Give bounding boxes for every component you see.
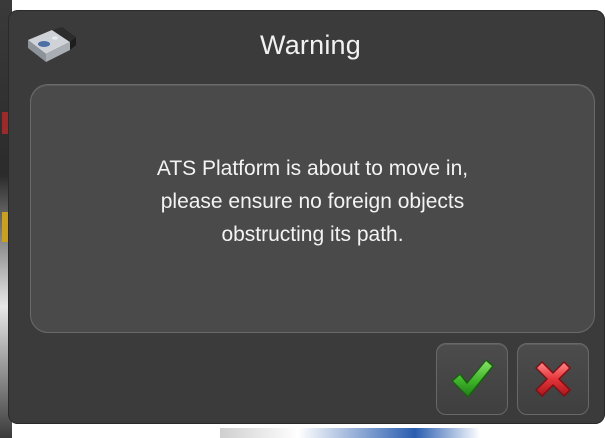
- background-window-edge: [220, 428, 480, 438]
- screen: Warning ATS Platform is about to move in…: [0, 0, 605, 438]
- message-line: please ensure no foreign objects: [160, 190, 465, 213]
- warning-message: ATS Platform is about to move in, please…: [78, 152, 548, 251]
- dialog-titlebar: Warning: [8, 10, 605, 80]
- confirm-button[interactable]: [436, 343, 508, 415]
- message-line: ATS Platform is about to move in,: [156, 157, 469, 180]
- message-panel: ATS Platform is about to move in, please…: [30, 84, 595, 333]
- close-x-icon: [530, 356, 576, 402]
- checkmark-icon: [449, 357, 495, 401]
- dialog-title: Warning: [260, 30, 361, 60]
- message-line: obstructing its path.: [221, 223, 404, 246]
- cancel-button[interactable]: [517, 343, 589, 415]
- warning-dialog: Warning ATS Platform is about to move in…: [8, 10, 605, 424]
